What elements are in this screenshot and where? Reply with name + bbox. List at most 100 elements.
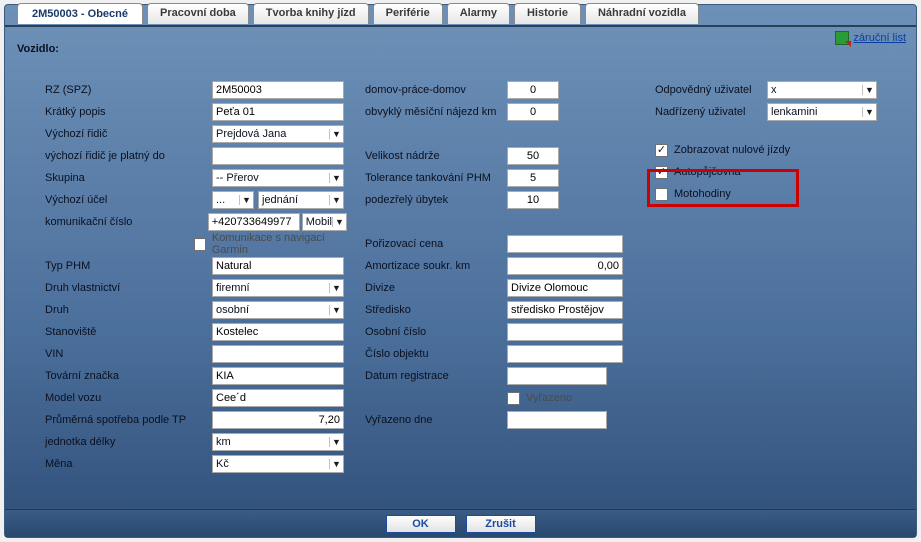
label-nadrz: Velikost nádrže: [357, 150, 507, 162]
checkbox-box-icon: [507, 392, 520, 405]
select-nad-uziv[interactable]: lenkamini ▼: [767, 103, 877, 121]
chevron-down-icon: ▼: [329, 437, 343, 447]
input-rz[interactable]: [212, 81, 344, 99]
section-title-vozidlo: Vozidlo:: [17, 43, 904, 55]
checkbox-nulove-jizdy[interactable]: ✓ Zobrazovat nulové jízdy: [655, 144, 790, 157]
select-jednotka-value: km: [216, 436, 231, 448]
select-odp-uziv[interactable]: x ▼: [767, 81, 877, 99]
label-mena: Měna: [37, 458, 212, 470]
select-vychozi-ucel-short[interactable]: ... ▼: [212, 191, 254, 209]
input-nadrz[interactable]: [507, 147, 559, 165]
label-poriz: Pořizovací cena: [357, 238, 507, 250]
chevron-down-icon: ▼: [329, 195, 343, 205]
label-najezd: obvyklý měsíční nájezd km: [357, 106, 507, 118]
checkbox-motohodiny[interactable]: Motohodiny: [655, 188, 731, 201]
tab-historie[interactable]: Historie: [514, 3, 581, 24]
tab-periferie[interactable]: Periférie: [373, 3, 443, 24]
chevron-down-icon: ▼: [332, 217, 346, 227]
label-druh-vlast: Druh vlastnictví: [37, 282, 212, 294]
input-objekt[interactable]: [507, 345, 623, 363]
chevron-down-icon: ▼: [239, 195, 253, 205]
tab-obecne[interactable]: 2M50003 - Obecné: [17, 3, 143, 24]
input-znacka[interactable]: [212, 367, 344, 385]
label-vychozi-ucel: Výchozí účel: [37, 194, 212, 206]
content-area: záruční list Vozidlo: RZ (SPZ) Krátký po…: [5, 25, 916, 537]
select-druh[interactable]: osobní ▼: [212, 301, 344, 319]
label-skupina: Skupina: [37, 172, 212, 184]
excel-export-icon: [835, 31, 849, 45]
label-ubytek: podezřelý úbytek: [357, 194, 507, 206]
input-vyrazeno-dne[interactable]: [507, 411, 607, 429]
label-tolerance: Tolerance tankování PHM: [357, 172, 507, 184]
warranty-link[interactable]: záruční list: [835, 31, 906, 45]
warranty-link-label: záruční list: [853, 32, 906, 44]
cancel-button[interactable]: Zrušit: [466, 515, 536, 533]
input-divize[interactable]: [507, 279, 623, 297]
chevron-down-icon: ▼: [862, 107, 876, 117]
label-vychozi-ridic: Výchozí řidič: [37, 128, 212, 140]
input-datum-reg[interactable]: [507, 367, 607, 385]
select-vychozi-ucel[interactable]: jednání ▼: [258, 191, 344, 209]
label-spotreba: Průměrná spotřeba podle TP: [37, 414, 212, 426]
tab-bar: 2M50003 - Obecné Pracovní doba Tvorba kn…: [17, 3, 699, 24]
tab-tvorba-knihy[interactable]: Tvorba knihy jízd: [253, 3, 369, 24]
label-typ-phm: Typ PHM: [37, 260, 212, 272]
input-oscislo[interactable]: [507, 323, 623, 341]
chevron-down-icon: ▼: [329, 305, 343, 315]
tab-alarmy[interactable]: Alarmy: [447, 3, 510, 24]
select-mena[interactable]: Kč ▼: [212, 455, 344, 473]
select-druh-vlast[interactable]: firemní ▼: [212, 279, 344, 297]
column-2: domov-práce-domov obvyklý měsíční nájezd…: [357, 79, 627, 431]
input-poriz[interactable]: [507, 235, 623, 253]
input-ubytek[interactable]: [507, 191, 559, 209]
select-jednotka[interactable]: km ▼: [212, 433, 344, 451]
tab-pracovni-doba[interactable]: Pracovní doba: [147, 3, 249, 24]
select-druh-vlast-value: firemní: [216, 282, 250, 294]
checkbox-garmin[interactable]: Komunikace s navigací Garmin: [194, 232, 347, 256]
input-typ-phm[interactable]: [212, 257, 344, 275]
checkbox-nulove-label: Zobrazovat nulové jízdy: [674, 144, 790, 156]
label-dpd: domov-práce-domov: [357, 84, 507, 96]
select-kom-cislo-typ[interactable]: Mobil ▼: [302, 213, 347, 231]
checkbox-box-icon: [655, 188, 668, 201]
label-datum-reg: Datum registrace: [357, 370, 507, 382]
column-1: RZ (SPZ) Krátký popis Výchozí řidič Prej…: [37, 79, 347, 475]
input-spotreba[interactable]: [212, 411, 344, 429]
select-nad-uziv-value: lenkamini: [771, 106, 817, 118]
select-vychozi-ridic-value: Prejdová Jana: [216, 128, 286, 140]
label-objekt: Číslo objektu: [357, 348, 507, 360]
label-jednotka: jednotka délky: [37, 436, 212, 448]
select-vychozi-ucel-short-value: ...: [216, 194, 225, 206]
chevron-down-icon: ▼: [862, 85, 876, 95]
checkbox-vyrazeno[interactable]: Vyřazeno: [507, 392, 572, 405]
select-kom-cislo-typ-value: Mobil: [306, 216, 332, 228]
input-vychozi-ridic-platny[interactable]: [212, 147, 344, 165]
input-stredisko[interactable]: [507, 301, 623, 319]
select-odp-uziv-value: x: [771, 84, 777, 96]
checkbox-box-icon: [194, 238, 206, 251]
label-druh: Druh: [37, 304, 212, 316]
footer-bar: OK Zrušit: [5, 509, 916, 537]
input-stanoviste[interactable]: [212, 323, 344, 341]
select-mena-value: Kč: [216, 458, 229, 470]
input-kom-cislo[interactable]: [208, 213, 300, 231]
checkbox-autopujcovna-label: Autopůjčovna: [674, 166, 741, 178]
input-model[interactable]: [212, 389, 344, 407]
select-vychozi-ridic[interactable]: Prejdová Jana ▼: [212, 125, 344, 143]
label-vyrazeno-dne: Vyřazeno dne: [357, 414, 507, 426]
input-amort[interactable]: [507, 257, 623, 275]
input-najezd[interactable]: [507, 103, 559, 121]
input-tolerance[interactable]: [507, 169, 559, 187]
ok-button[interactable]: OK: [386, 515, 456, 533]
vehicle-detail-panel: 2M50003 - Obecné Pracovní doba Tvorba kn…: [4, 4, 917, 538]
input-vin[interactable]: [212, 345, 344, 363]
label-stanoviste: Stanoviště: [37, 326, 212, 338]
input-dpd[interactable]: [507, 81, 559, 99]
chevron-down-icon: ▼: [329, 459, 343, 469]
input-kratky-popis[interactable]: [212, 103, 344, 121]
chevron-down-icon: ▼: [329, 283, 343, 293]
select-skupina[interactable]: -- Přerov ▼: [212, 169, 344, 187]
checkbox-autopujcovna[interactable]: ✓ Autopůjčovna: [655, 166, 741, 179]
tab-nahradni-vozidla[interactable]: Náhradní vozidla: [585, 3, 699, 24]
chevron-down-icon: ▼: [329, 129, 343, 139]
